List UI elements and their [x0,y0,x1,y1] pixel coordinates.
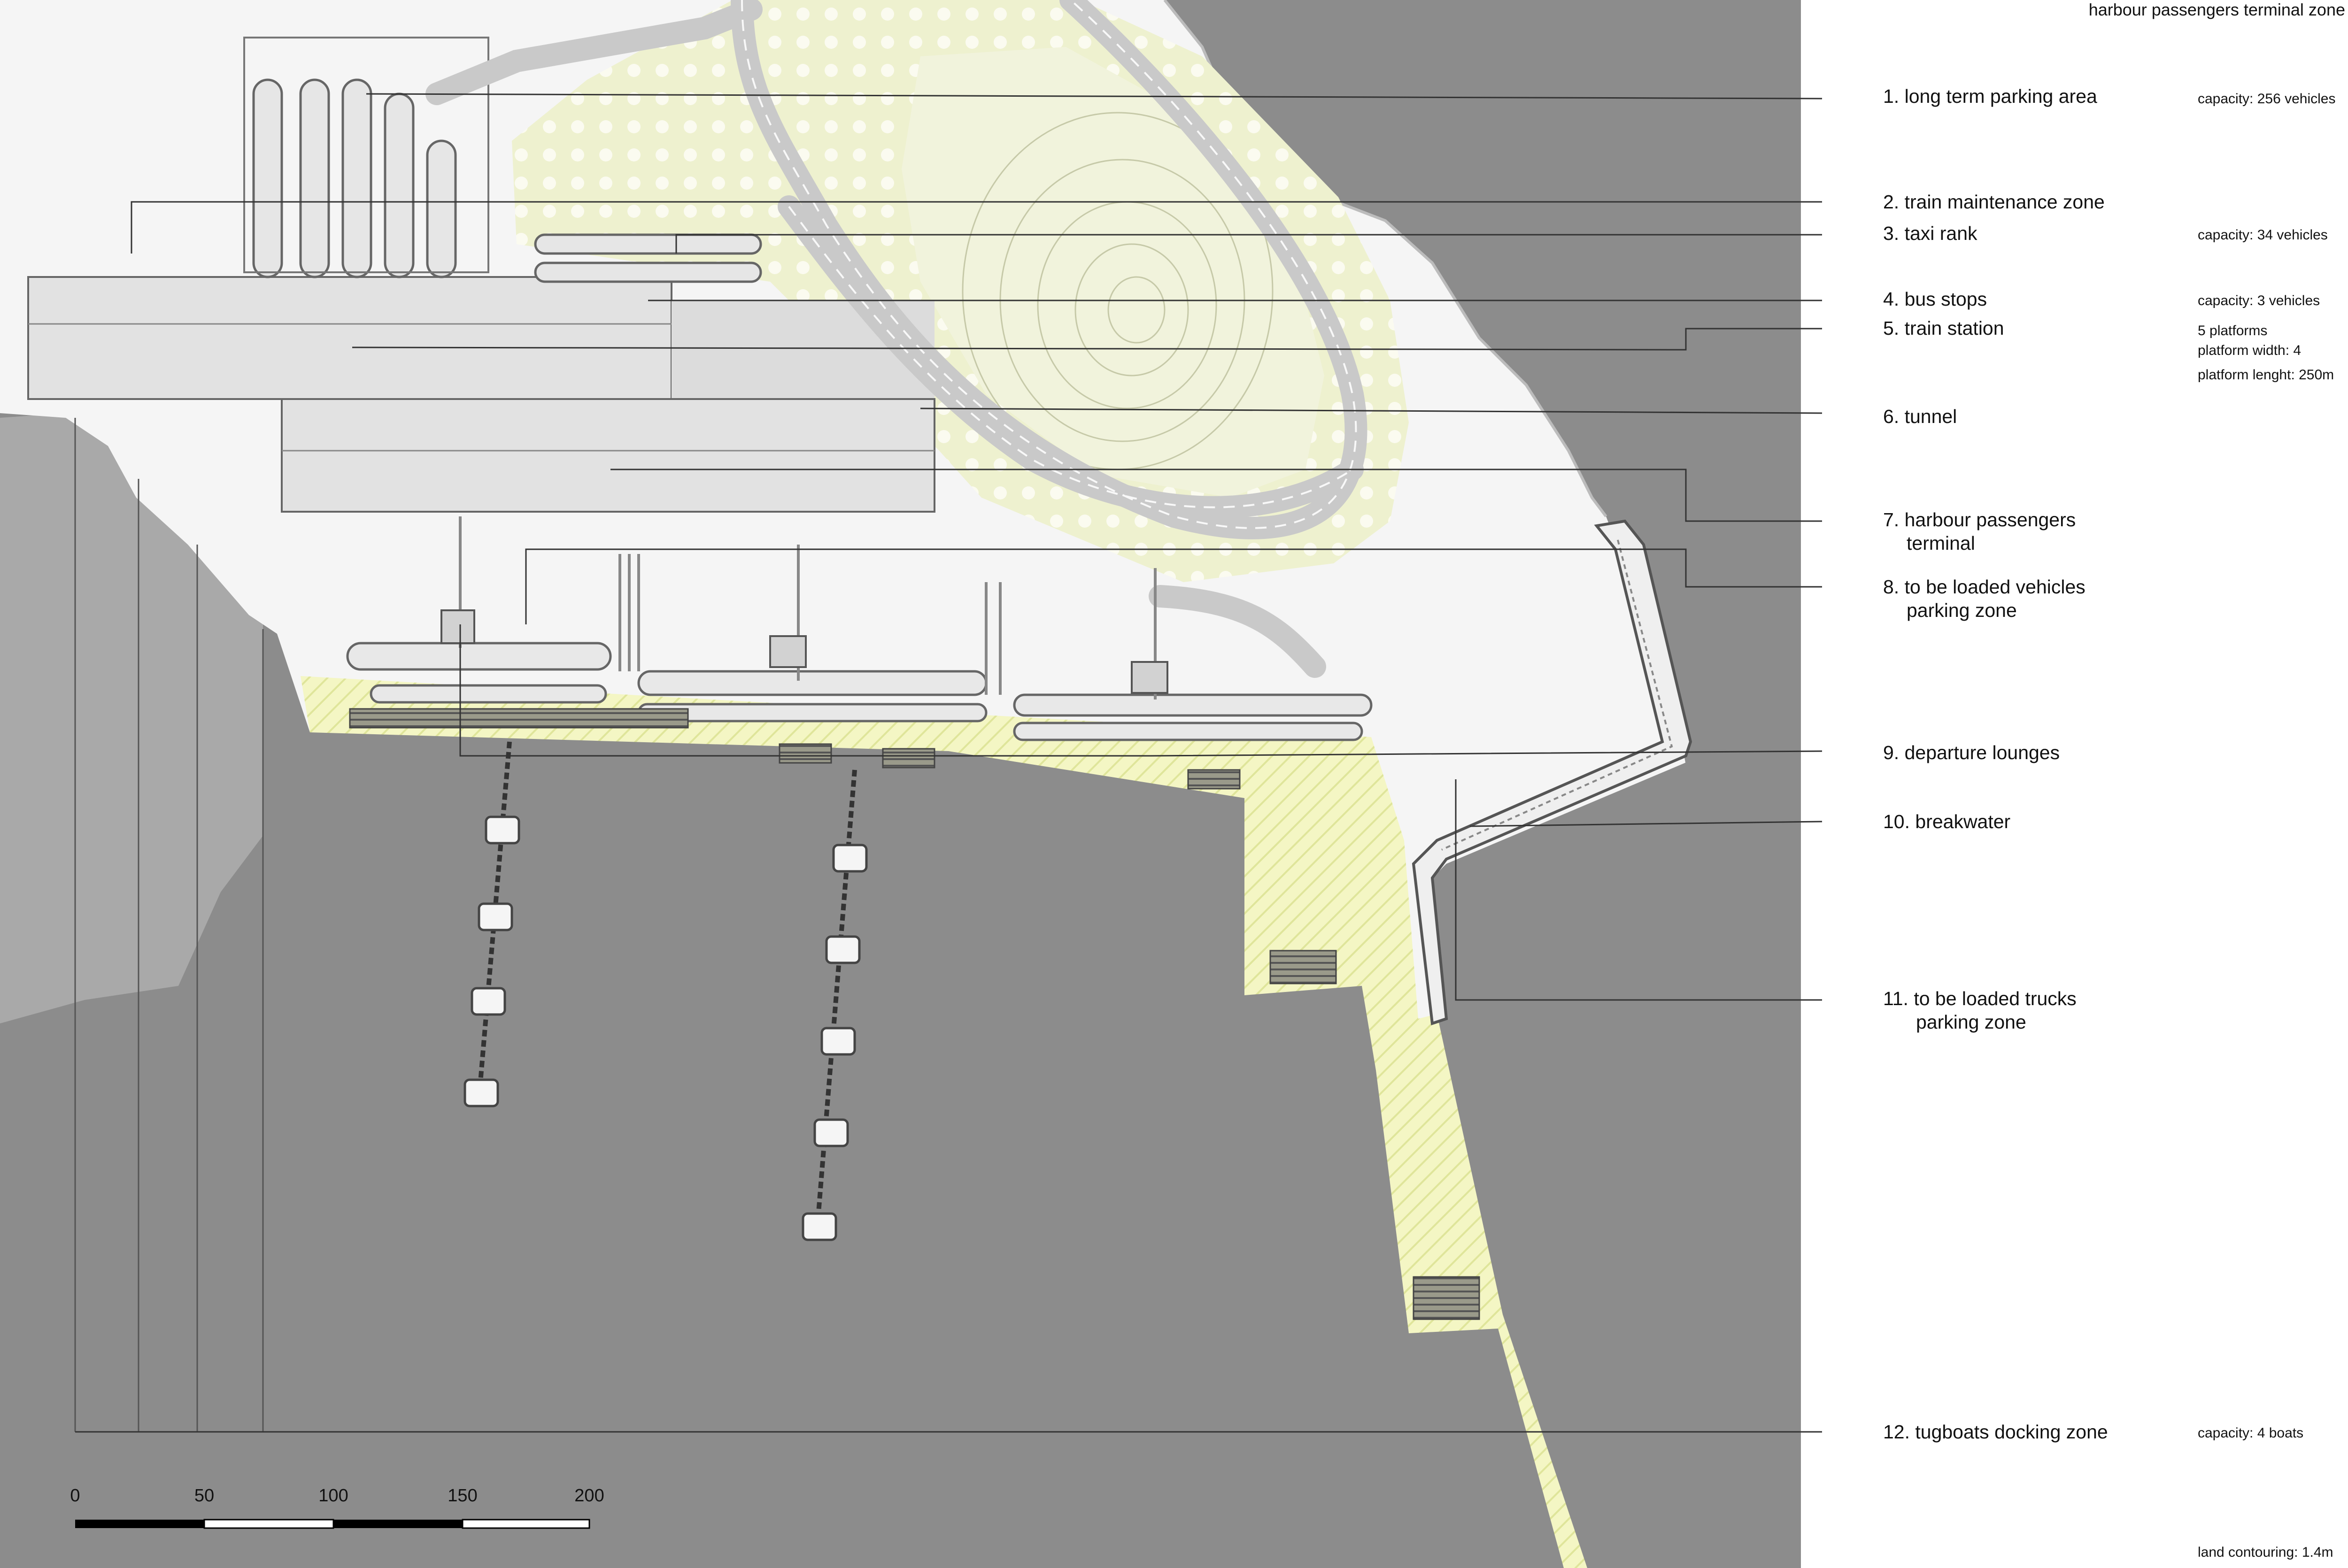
legend-item-5: 5. train station [1883,317,2004,339]
legend-item-7: 7. harbour passengers [1883,509,2076,530]
legend-item-10: 10. breakwater [1883,811,2011,832]
contour-note: land contouring: 1.4m [2198,1545,2333,1560]
passenger-terminal-building [281,398,935,513]
scale-tick-200: 200 [574,1486,604,1506]
scale-tick-100: 100 [318,1486,348,1506]
scale-bar [75,1519,590,1529]
legend-item-8: 8. to be loaded vehicles [1883,576,2085,598]
legend-note-5b: platform width: 4 [2198,343,2302,358]
legend-note-4: capacity: 3 vehicles [2198,293,2320,308]
legend-note-3: capacity: 34 vehicles [2198,227,2328,243]
legend-note-5c: platform lenght: 250m [2198,367,2334,383]
legend-note-5a: 5 platforms [2198,323,2268,338]
train-station-building [27,276,672,400]
drawing-title: harbour passengers terminal zone [2088,0,2345,19]
legend-item-3: 3. taxi rank [1883,223,1977,244]
legend-note-12: capacity: 4 boats [2198,1425,2304,1441]
legend-item-11-line2: parking zone [1916,1011,2026,1033]
legend-item-11: 11. to be loaded trucks [1883,988,2077,1009]
legend-item-2: 2. train maintenance zone [1883,191,2105,213]
legend-item-7-line2: terminal [1907,532,1975,554]
legend-item-6: 6. tunnel [1883,406,1957,427]
legend-item-1: 1. long term parking area [1883,85,2097,107]
scale-tick-150: 150 [448,1486,478,1506]
legend-note-1: capacity: 256 vehicles [2198,91,2336,107]
scale-tick-50: 50 [194,1486,215,1506]
legend-item-12: 12. tugboats docking zone [1883,1421,2108,1443]
scale-tick-0: 0 [70,1486,80,1506]
legend-item-9: 9. departure lounges [1883,742,2060,763]
legend-item-8-line2: parking zone [1907,600,2017,621]
site-plan-drawing [0,0,1823,1568]
legend-item-4: 4. bus stops [1883,288,1987,310]
